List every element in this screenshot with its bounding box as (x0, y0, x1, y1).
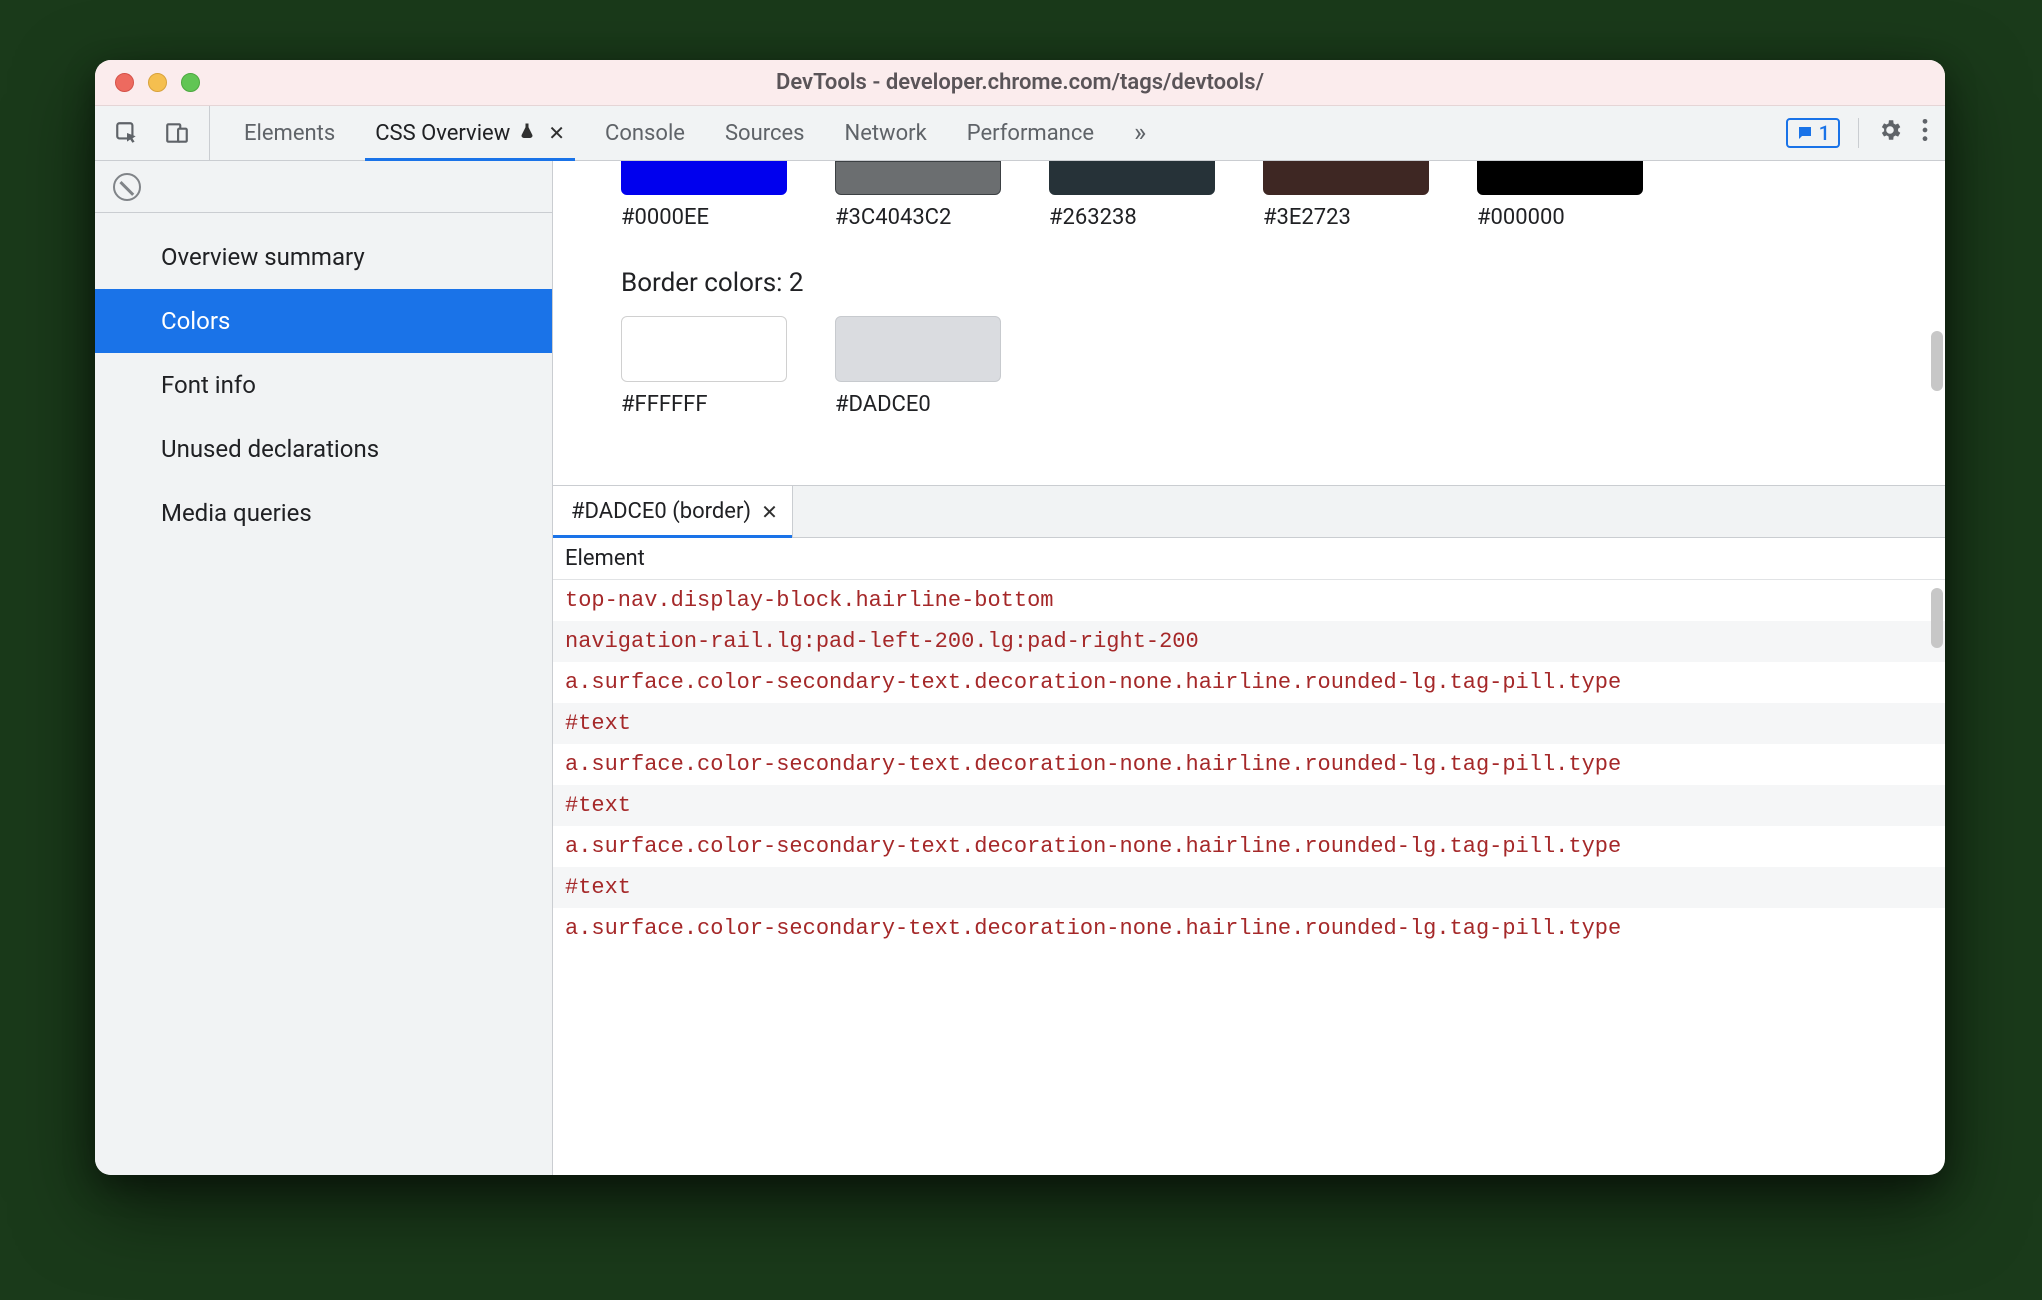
element-row[interactable]: #text (553, 703, 1945, 744)
tab-performance[interactable]: Performance (947, 106, 1114, 160)
close-window-button[interactable] (115, 73, 134, 92)
tab-console[interactable]: Console (585, 106, 705, 160)
close-tab-icon[interactable]: ✕ (548, 121, 565, 145)
main-panel: #0000EE #3C4043C2 #263238 #3E2723 (553, 161, 1945, 1175)
sidebar-items: Overview summary Colors Font info Unused… (95, 213, 552, 545)
element-row[interactable]: a.surface.color-secondary-text.decoratio… (553, 744, 1945, 785)
zoom-window-button[interactable] (181, 73, 200, 92)
element-row[interactable]: navigation-rail.lg:pad-left-200.lg:pad-r… (553, 621, 1945, 662)
devtools-window: DevTools - developer.chrome.com/tags/dev… (95, 60, 1945, 1175)
tab-label: Sources (725, 121, 805, 146)
titlebar: DevTools - developer.chrome.com/tags/dev… (95, 60, 1945, 106)
sidebar-item-overview-summary[interactable]: Overview summary (95, 225, 552, 289)
color-swatch[interactable]: #3C4043C2 (835, 161, 1001, 230)
color-chip (835, 161, 1001, 195)
issues-badge[interactable]: 1 (1786, 118, 1840, 148)
window-controls (115, 73, 200, 92)
color-hex-label: #000000 (1477, 205, 1643, 230)
detail-panel: #DADCE0 (border) ✕ Element top-nav.displ… (553, 485, 1945, 1175)
element-row[interactable]: a.surface.color-secondary-text.decoratio… (553, 826, 1945, 867)
color-row-top: #0000EE #3C4043C2 #263238 #3E2723 (621, 161, 1919, 230)
sidebar-item-colors[interactable]: Colors (95, 289, 552, 353)
scrollbar-thumb[interactable] (1931, 588, 1943, 648)
inspect-element-icon[interactable] (113, 119, 141, 147)
color-swatch[interactable]: #FFFFFF (621, 316, 787, 417)
color-swatch[interactable]: #0000EE (621, 161, 787, 230)
color-chip (621, 161, 787, 195)
color-hex-label: #0000EE (621, 205, 787, 230)
color-row-border: #FFFFFF #DADCE0 (621, 316, 1919, 417)
tabbar-right-tools: 1 (1770, 106, 1945, 160)
color-hex-label: #DADCE0 (835, 392, 1001, 417)
detail-tab-label: #DADCE0 (border) (571, 499, 751, 524)
color-hex-label: #FFFFFF (621, 392, 787, 417)
detail-element-list: top-nav.display-block.hairline-bottom na… (553, 580, 1945, 1175)
devtools-tabbar: Elements CSS Overview ✕ Console Sources … (95, 106, 1945, 161)
issues-count: 1 (1819, 121, 1830, 145)
color-chip (1263, 161, 1429, 195)
more-menu-icon[interactable] (1921, 117, 1929, 149)
close-detail-tab-icon[interactable]: ✕ (761, 500, 778, 524)
panel-tabs: Elements CSS Overview ✕ Console Sources … (210, 106, 1770, 160)
tab-css-overview[interactable]: CSS Overview ✕ (355, 106, 585, 160)
sidebar-item-unused-declarations[interactable]: Unused declarations (95, 417, 552, 481)
sidebar-toolbar (95, 161, 552, 213)
sidebar-item-media-queries[interactable]: Media queries (95, 481, 552, 545)
chevrons-right-icon: » (1134, 118, 1146, 148)
element-row[interactable]: top-nav.display-block.hairline-bottom (553, 580, 1945, 621)
color-hex-label: #263238 (1049, 205, 1215, 230)
window-title: DevTools - developer.chrome.com/tags/dev… (776, 70, 1264, 95)
experimental-icon (518, 121, 536, 145)
tab-elements[interactable]: Elements (224, 106, 355, 160)
color-swatch[interactable]: #DADCE0 (835, 316, 1001, 417)
border-colors-heading: Border colors: 2 (621, 268, 1919, 298)
scrollbar-thumb[interactable] (1931, 331, 1943, 391)
element-row[interactable]: a.surface.color-secondary-text.decoratio… (553, 908, 1945, 949)
settings-gear-icon[interactable] (1877, 117, 1903, 149)
divider (1858, 118, 1859, 148)
color-swatch[interactable]: #263238 (1049, 161, 1215, 230)
tab-label: Network (845, 121, 927, 146)
tab-network[interactable]: Network (825, 106, 947, 160)
tabbar-left-tools (95, 106, 210, 160)
color-chip (1049, 161, 1215, 195)
element-row[interactable]: a.surface.color-secondary-text.decoratio… (553, 662, 1945, 703)
color-chip (1477, 161, 1643, 195)
color-swatch[interactable]: #000000 (1477, 161, 1643, 230)
clear-overview-icon[interactable] (113, 173, 141, 201)
element-row[interactable]: #text (553, 867, 1945, 908)
color-chip (621, 316, 787, 382)
element-row[interactable]: #text (553, 785, 1945, 826)
css-overview-sidebar: Overview summary Colors Font info Unused… (95, 161, 553, 1175)
color-swatch[interactable]: #3E2723 (1263, 161, 1429, 230)
content-area: Overview summary Colors Font info Unused… (95, 161, 1945, 1175)
detail-tabs: #DADCE0 (border) ✕ (553, 486, 1945, 538)
color-hex-label: #3E2723 (1263, 205, 1429, 230)
detail-column-header: Element (553, 538, 1945, 580)
minimize-window-button[interactable] (148, 73, 167, 92)
tabs-overflow[interactable]: » (1114, 106, 1166, 160)
color-chip (835, 316, 1001, 382)
colors-section: #0000EE #3C4043C2 #263238 #3E2723 (553, 161, 1945, 485)
sidebar-item-font-info[interactable]: Font info (95, 353, 552, 417)
tab-sources[interactable]: Sources (705, 106, 825, 160)
color-hex-label: #3C4043C2 (835, 205, 1001, 230)
tab-label: Elements (244, 121, 335, 146)
tab-label: Console (605, 121, 685, 146)
tab-label: CSS Overview (375, 121, 510, 146)
detail-tab[interactable]: #DADCE0 (border) ✕ (553, 486, 793, 537)
toggle-device-icon[interactable] (163, 119, 191, 147)
tab-label: Performance (967, 121, 1094, 146)
